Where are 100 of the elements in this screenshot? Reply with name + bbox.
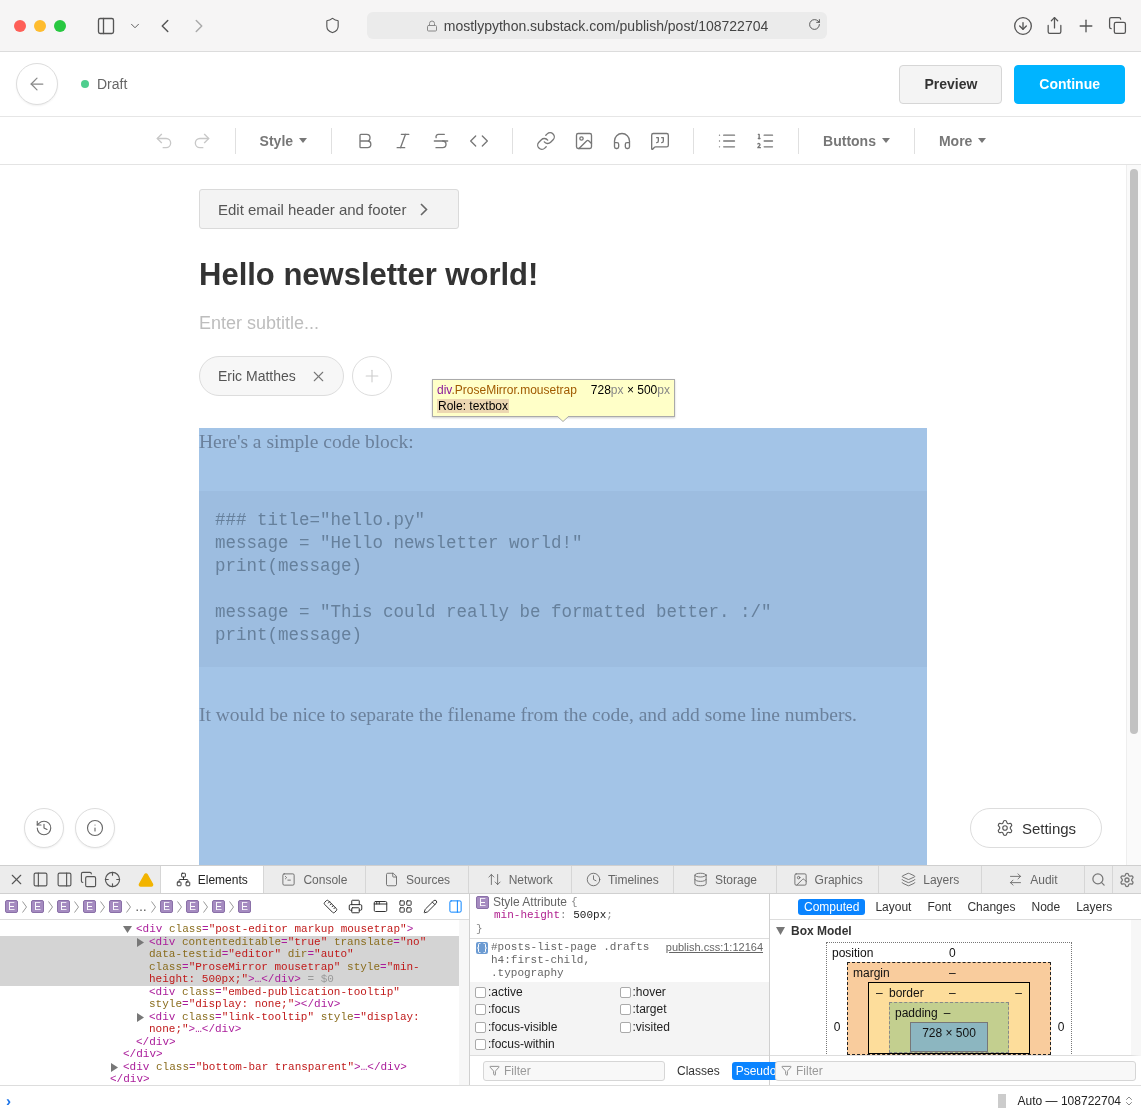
share-icon[interactable] <box>1045 16 1064 35</box>
execution-context-selector[interactable]: Auto — 108722704 <box>1017 1093 1135 1108</box>
preview-button[interactable]: Preview <box>899 64 1003 104</box>
sidebar-tab[interactable]: Computed <box>798 898 866 915</box>
printer-icon[interactable] <box>348 899 363 914</box>
devtools-tab[interactable]: Elements <box>159 866 263 893</box>
dock-left-icon[interactable] <box>32 871 49 888</box>
checkbox[interactable] <box>475 987 486 999</box>
dom-tree-row[interactable]: <div class="post-editor markup mousetrap"> <box>0 923 459 936</box>
sidebar-tab[interactable]: Font <box>921 898 958 915</box>
devtools-tab[interactable]: Console <box>262 866 366 893</box>
box-value: – <box>949 965 956 980</box>
dom-tree-row[interactable]: <div contenteditable="true" translate="no" data-testid="editor" dir="auto" class="ProseMirror mousetrap" style="min-height: 500px;">…</div> = $0 <box>0 935 459 986</box>
layers-icon <box>901 872 917 887</box>
toolbar-dropdown[interactable]: More <box>932 132 993 149</box>
console-prompt[interactable]: › <box>6 1092 11 1109</box>
filter-field[interactable]: Filter <box>775 1060 1136 1081</box>
devtools-tab[interactable]: Timelines <box>570 866 674 893</box>
history-button[interactable] <box>24 808 64 848</box>
history-icon <box>35 819 53 837</box>
devtools-tab[interactable]: Audit <box>981 866 1084 893</box>
brace: { <box>571 896 578 909</box>
toolbar-dropdown[interactable]: Style <box>253 132 314 149</box>
quote-icon <box>650 130 671 151</box>
pseudo-class-option[interactable]: :focus-visible <box>475 1018 620 1036</box>
checkbox[interactable] <box>475 1021 486 1033</box>
dom-tree-row[interactable]: <div class="embed-publication-tooltip" style="display: none;"></div> <box>0 985 459 1011</box>
html-markup: <div class="embed-publication-tooltip" style="display: none;"></div> <box>149 985 401 1011</box>
expanded-arrow-icon[interactable] <box>776 927 785 935</box>
resize-handle[interactable] <box>997 1093 1006 1108</box>
info-button[interactable] <box>75 808 115 848</box>
pseudo-class-option[interactable]: :active <box>475 984 620 1002</box>
code-line: print(message) <box>215 624 364 647</box>
download-icon[interactable] <box>1013 15 1033 36</box>
shield-icon[interactable] <box>324 17 341 34</box>
sidebar-tab[interactable]: Layout <box>869 898 918 915</box>
address-bar[interactable]: mostlypython.substack.com/publish/post/108722704 <box>367 12 827 39</box>
info-icon <box>86 819 104 837</box>
expanded-arrow-icon[interactable] <box>123 925 132 934</box>
toolbar-dropdown[interactable]: Buttons <box>817 132 896 149</box>
ruler-icon[interactable] <box>323 899 338 914</box>
sidebar-tab[interactable]: Node <box>1025 898 1067 915</box>
dom-tree-row[interactable]: <div class="link-tooltip" style="display: none;">…</div> <box>0 1010 459 1036</box>
devtools-tab[interactable]: Graphics <box>775 866 879 893</box>
checkbox[interactable] <box>619 1004 631 1016</box>
box-value: 0 <box>832 1020 842 1034</box>
grid-icon[interactable] <box>398 899 413 914</box>
settings-button[interactable]: Settings <box>970 808 1102 848</box>
filter-icon <box>489 1065 500 1076</box>
close-window-button[interactable] <box>14 19 26 32</box>
filter-field[interactable]: Filter <box>483 1060 665 1081</box>
body-paragraph: It would be nice to separate the filename from the code, and add some line numbers. <box>199 703 858 726</box>
inspect-icon[interactable] <box>104 871 121 888</box>
detach-window-icon[interactable] <box>80 871 97 888</box>
chevron-right-icon <box>229 900 234 913</box>
panel-toggle[interactable]: Classes <box>673 1061 724 1080</box>
sidebar-tab[interactable]: Changes <box>961 898 1022 915</box>
up-down-chevron-icon <box>1123 1094 1135 1107</box>
checkbox[interactable] <box>619 987 631 999</box>
source-link[interactable]: publish.css:1:12164 <box>665 941 763 954</box>
checkbox[interactable] <box>475 1004 486 1016</box>
pseudo-class-option[interactable]: :visited <box>619 1018 764 1036</box>
dom-tree-row[interactable]: <div class="bottom-bar transparent">…</div> <box>0 1060 459 1073</box>
chevron-right-icon <box>74 900 79 913</box>
collapsed-arrow-icon[interactable] <box>110 1062 119 1072</box>
dock-right-icon[interactable] <box>56 871 73 888</box>
collapsed-arrow-icon[interactable] <box>136 937 145 947</box>
clock-icon <box>585 872 601 887</box>
window-icon[interactable] <box>373 899 388 914</box>
breadcrumb-ellipsis[interactable]: … <box>135 899 147 914</box>
filter-input[interactable]: Filter <box>796 1063 1130 1078</box>
sidebar-tab[interactable]: Layers <box>1070 898 1119 915</box>
caret-icon <box>881 138 890 143</box>
pseudo-class-option[interactable]: :focus-within <box>475 1035 620 1053</box>
collapsed-arrow-icon[interactable] <box>136 1012 145 1022</box>
code-line: print(message) <box>215 555 364 578</box>
tabs-overview-icon[interactable] <box>1108 16 1127 35</box>
post-title[interactable]: Hello newsletter world! <box>199 257 539 293</box>
scrollbar[interactable] <box>1126 165 1141 865</box>
zoom-window-button[interactable] <box>54 19 66 32</box>
devtools-tab[interactable]: Storage <box>673 866 776 893</box>
pseudo-class-option[interactable]: :focus <box>475 1001 620 1019</box>
css-declaration[interactable]: min-height: 500px; <box>476 909 763 922</box>
tree-icon <box>175 872 191 887</box>
devtools-tab[interactable]: Sources <box>365 866 468 893</box>
checkbox[interactable] <box>475 1038 486 1050</box>
filter-icon <box>781 1065 792 1076</box>
filter-input[interactable]: Filter <box>504 1063 659 1078</box>
reload-icon[interactable] <box>808 18 821 31</box>
chevron-right-icon <box>151 900 156 913</box>
pseudo-class-option[interactable]: :target <box>619 1001 764 1019</box>
checkbox[interactable] <box>619 1021 631 1033</box>
box-label: padding <box>895 1005 938 1020</box>
devtools-tab[interactable]: Network <box>467 866 571 893</box>
sidebar-icon[interactable] <box>96 15 116 36</box>
sidebar-toggle-icon[interactable] <box>448 899 463 914</box>
pencil-icon[interactable] <box>423 899 438 914</box>
email-header-footer-button[interactable]: Edit email header and footer <box>199 189 459 229</box>
devtools-tab[interactable]: Layers <box>878 866 982 893</box>
pseudo-class-option[interactable]: :hover <box>619 984 764 1002</box>
